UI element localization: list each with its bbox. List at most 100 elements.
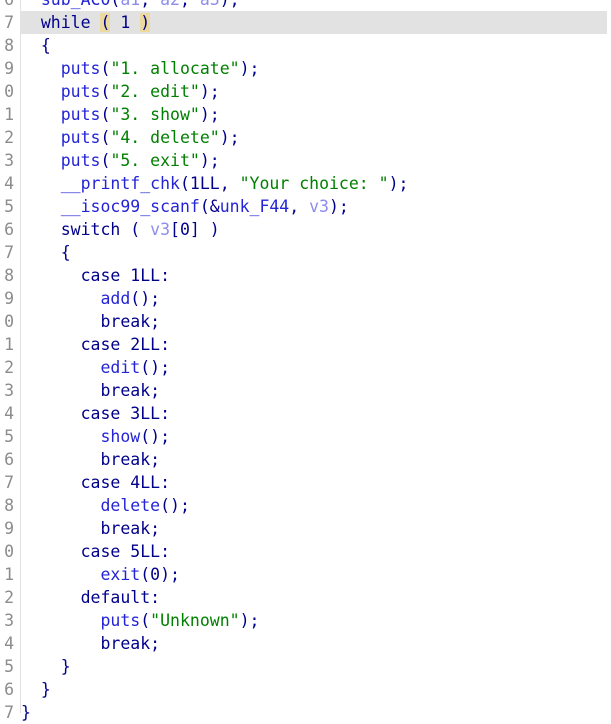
code-text[interactable]: edit(); — [21, 356, 170, 379]
code-line[interactable]: 9 puts("1. allocate"); — [0, 57, 611, 80]
code-line[interactable]: 5 } — [0, 655, 611, 678]
code-text[interactable]: break; — [21, 632, 160, 655]
code-text[interactable]: case 3LL: — [21, 402, 170, 425]
code-line[interactable]: 1 puts("3. show"); — [0, 103, 611, 126]
token-fn: puts — [60, 59, 101, 78]
code-text[interactable]: case 2LL: — [21, 333, 170, 356]
code-line[interactable]: 4 break; — [0, 632, 611, 655]
token-num: 4LL — [130, 473, 161, 492]
code-line[interactable]: 4 case 3LL: — [0, 402, 611, 425]
code-text[interactable]: puts("Unknown"); — [21, 609, 259, 632]
token-punct: ( — [100, 151, 111, 170]
code-line[interactable]: 3 puts("Unknown"); — [0, 609, 611, 632]
token-punct: : — [160, 404, 171, 423]
token-kw: case — [80, 473, 121, 492]
code-text[interactable]: puts("5. exit"); — [21, 149, 220, 172]
line-number: 6 — [4, 450, 14, 469]
code-text[interactable]: default: — [21, 586, 160, 609]
token-fn: delete — [100, 496, 161, 515]
code-line[interactable]: 2 puts("4. delete"); — [0, 126, 611, 149]
code-line[interactable]: 1 exit(0); — [0, 563, 611, 586]
code-text[interactable]: } — [21, 655, 71, 678]
code-line[interactable]: 7 { — [0, 241, 611, 264]
code-line[interactable]: 2 default: — [0, 586, 611, 609]
line-number: 7 — [4, 243, 14, 262]
pseudocode-editor[interactable]: 6 sub_AC0(a1, a2, a3);7 while ( 1 )8 {9 … — [0, 0, 611, 722]
token-punct: ); — [239, 611, 260, 630]
code-line[interactable]: 3 puts("5. exit"); — [0, 149, 611, 172]
token-punct: ; — [150, 519, 161, 538]
code-text[interactable]: delete(); — [21, 494, 189, 517]
code-text[interactable]: puts("4. delete"); — [21, 126, 240, 149]
token-punct: ); — [199, 105, 220, 124]
token-kw: default — [80, 588, 151, 607]
code-text[interactable]: break; — [21, 448, 160, 471]
code-line[interactable]: 2 edit(); — [0, 356, 611, 379]
code-line[interactable]: 0 case 5LL: — [0, 540, 611, 563]
code-line[interactable]: 9 add(); — [0, 287, 611, 310]
code-text[interactable]: __isoc99_scanf(&unk_F44, v3); — [21, 195, 349, 218]
code-line[interactable]: 6 switch ( v3[0] ) — [0, 218, 611, 241]
token-punct: ); — [219, 128, 240, 147]
line-number: 6 — [4, 220, 14, 239]
code-text[interactable]: } — [21, 678, 51, 701]
code-text[interactable]: exit(0); — [21, 563, 180, 586]
code-line[interactable]: 6 sub_AC0(a1, a2, a3); — [0, 0, 611, 11]
code-line[interactable]: 8 case 1LL: — [0, 264, 611, 287]
code-text[interactable]: case 1LL: — [21, 264, 170, 287]
code-text[interactable]: add(); — [21, 287, 160, 310]
code-line[interactable]: 1 case 2LL: — [0, 333, 611, 356]
code-text[interactable]: show(); — [21, 425, 170, 448]
token-str: "5. exit" — [110, 151, 200, 170]
code-text[interactable]: break; — [21, 517, 160, 540]
code-line[interactable]: 6 break; — [0, 448, 611, 471]
code-text[interactable]: { — [21, 34, 51, 57]
token-var: v3 — [309, 197, 329, 216]
line-number: 2 — [4, 588, 14, 607]
token-punct: ] ) — [189, 220, 220, 239]
code-text[interactable]: case 4LL: — [21, 471, 170, 494]
code-line[interactable]: 6 } — [0, 678, 611, 701]
line-number: 1 — [4, 105, 14, 124]
code-line[interactable]: 5 __isoc99_scanf(&unk_F44, v3); — [0, 195, 611, 218]
code-line[interactable]: 0 break; — [0, 310, 611, 333]
token-str: "3. show" — [110, 105, 200, 124]
code-line[interactable]: 9 break; — [0, 517, 611, 540]
token-punct: ( — [179, 174, 190, 193]
token-kw: break — [100, 519, 151, 538]
code-text[interactable]: puts("3. show"); — [21, 103, 220, 126]
code-line-current[interactable]: 7 while ( 1 ) — [0, 11, 607, 34]
code-area[interactable]: 6 sub_AC0(a1, a2, a3);7 while ( 1 )8 {9 … — [0, 0, 611, 722]
code-line[interactable]: 4 __printf_chk(1LL, "Your choice: "); — [0, 172, 611, 195]
line-number: 1 — [4, 335, 14, 354]
code-text[interactable]: puts("2. edit"); — [21, 80, 220, 103]
code-line[interactable]: 7 case 4LL: — [0, 471, 611, 494]
code-text[interactable]: case 5LL: — [21, 540, 170, 563]
token-punct: ); — [160, 565, 180, 584]
code-line[interactable]: 8 { — [0, 34, 611, 57]
code-text[interactable]: __printf_chk(1LL, "Your choice: "); — [21, 172, 409, 195]
code-line[interactable]: 5 show(); — [0, 425, 611, 448]
code-text[interactable]: { — [21, 241, 71, 264]
code-text[interactable]: puts("1. allocate"); — [21, 57, 260, 80]
token-punct: ); — [239, 59, 260, 78]
code-line[interactable]: 0 puts("2. edit"); — [0, 80, 611, 103]
code-line[interactable]: 3 break; — [0, 379, 611, 402]
code-text[interactable]: while ( 1 ) — [21, 11, 151, 34]
line-number: 8 — [4, 36, 14, 55]
code-text[interactable]: switch ( v3[0] ) — [21, 218, 220, 241]
line-number: 4 — [4, 404, 14, 423]
code-line[interactable]: 8 delete(); — [0, 494, 611, 517]
code-text[interactable]: break; — [21, 379, 160, 402]
code-text[interactable]: break; — [21, 310, 160, 333]
code-text[interactable]: sub_AC0(a1, a2, a3); — [21, 0, 240, 11]
token-kw: switch — [60, 220, 121, 239]
